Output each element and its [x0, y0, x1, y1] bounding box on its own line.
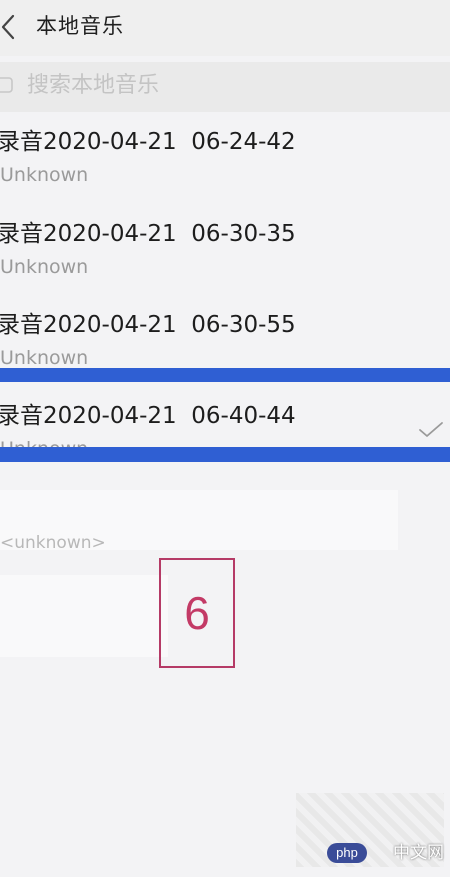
song-title: 录音2020-04-21 06-24-42	[0, 129, 296, 155]
song-title: 录音2020-04-21 06-30-55	[0, 312, 296, 338]
list-item-song[interactable]: 录音2020-04-21 06-30-35 Unknown	[0, 204, 450, 294]
faded-row-text: <unknown>	[0, 533, 106, 551]
checkmark-icon	[419, 422, 443, 437]
back-button[interactable]	[0, 9, 20, 45]
step-number: 6	[184, 587, 210, 639]
song-artist: Unknown	[0, 347, 89, 369]
list-item-song[interactable]: 录音2020-04-21 06-24-42 Unknown	[0, 112, 450, 202]
watermark-logo-badge: php	[327, 843, 367, 863]
top-app-bar: 本地音乐	[0, 0, 450, 56]
song-artist: Unknown	[0, 164, 89, 186]
faded-card	[0, 575, 168, 657]
song-title: 录音2020-04-21 06-40-44	[0, 403, 296, 429]
list-item-song-selected[interactable]: 录音2020-04-21 06-40-44 Unknown	[0, 386, 450, 448]
local-music-screen: 本地音乐 录音2020-04-21 06-24-42 Unknown 录音202…	[0, 0, 450, 877]
search-icon	[0, 77, 13, 93]
song-title: 录音2020-04-21 06-30-35	[0, 221, 296, 247]
step-annotation-box: 6	[159, 558, 235, 668]
watermark-site-name: 中文网	[393, 843, 444, 863]
search-input[interactable]	[27, 70, 427, 100]
chevron-left-icon	[1, 14, 15, 40]
highlight-band-top	[0, 368, 450, 382]
page-title: 本地音乐	[36, 14, 124, 38]
song-artist: Unknown	[0, 256, 89, 278]
highlight-band-bottom	[0, 447, 450, 462]
